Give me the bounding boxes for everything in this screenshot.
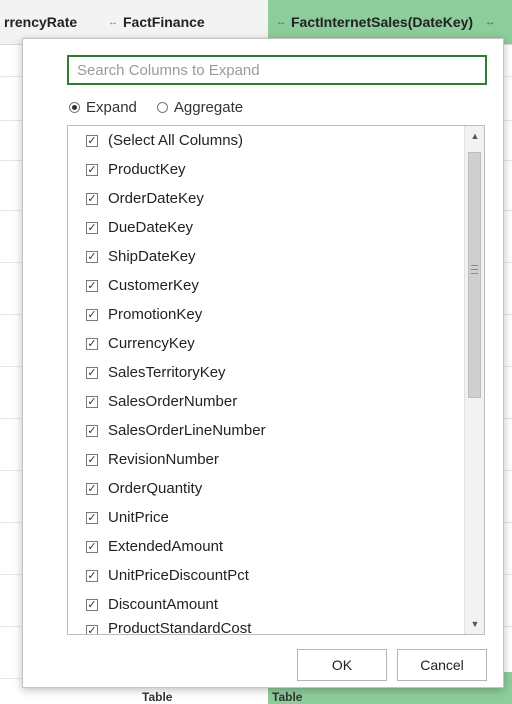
vertical-scrollbar[interactable]: ▲ ▼ bbox=[464, 126, 484, 634]
column-checkbox-row[interactable]: ✓ SalesOrderNumber bbox=[68, 387, 462, 416]
expand-arrows-icon[interactable]: ↔ bbox=[276, 17, 286, 28]
expand-arrows-icon[interactable]: ↔ bbox=[108, 17, 118, 28]
column-checkbox-label: PromotionKey bbox=[108, 306, 203, 323]
checkbox-checked-icon[interactable]: ✓ bbox=[86, 598, 98, 611]
column-checkbox-row[interactable]: ✓ CustomerKey bbox=[68, 271, 462, 300]
column-checkbox-label: (Select All Columns) bbox=[108, 132, 244, 149]
column-checkbox-row[interactable]: ✓ ExtendedAmount bbox=[68, 532, 462, 561]
checkbox-checked-icon[interactable]: ✓ bbox=[86, 569, 98, 582]
checkbox-checked-icon[interactable]: ✓ bbox=[86, 221, 98, 234]
checkbox-checked-icon[interactable]: ✓ bbox=[86, 163, 98, 176]
select-all-checkbox-row[interactable]: ✓ (Select All Columns) bbox=[68, 126, 462, 155]
column-checkbox-row[interactable]: ✓ ProductStandardCost bbox=[68, 619, 462, 635]
radio-selected-icon bbox=[69, 101, 80, 113]
column-checkbox-row[interactable]: ✓ UnitPriceDiscountPct bbox=[68, 561, 462, 590]
column-header-label: rrencyRate bbox=[4, 14, 78, 30]
mode-radio-group: Expand Aggregate bbox=[69, 95, 263, 119]
checkbox-checked-icon[interactable]: ✓ bbox=[86, 134, 98, 147]
aggregate-radio-label: Aggregate bbox=[173, 98, 244, 116]
column-checklist-items: ✓ (Select All Columns) ✓ ProductKey ✓ OrderDa… bbox=[68, 126, 462, 635]
column-header-label: FactFinance bbox=[123, 14, 205, 30]
column-checkbox-label: OrderDateKey bbox=[108, 190, 204, 207]
column-checkbox-label: OrderQuantity bbox=[108, 480, 203, 497]
column-checkbox-label: DiscountAmount bbox=[108, 596, 219, 613]
checkbox-checked-icon[interactable]: ✓ bbox=[86, 395, 98, 408]
column-checkbox-label: ExtendedAmount bbox=[108, 538, 224, 555]
column-checkbox-label: ShipDateKey bbox=[108, 248, 196, 265]
column-checkbox-label: CustomerKey bbox=[108, 277, 199, 294]
ok-button[interactable]: OK bbox=[297, 649, 387, 681]
column-checkbox-row[interactable]: ✓ ProductKey bbox=[68, 155, 462, 184]
cancel-button[interactable]: Cancel bbox=[397, 649, 487, 681]
column-checkbox-label: SalesOrderNumber bbox=[108, 393, 238, 410]
scrollbar-thumb[interactable] bbox=[468, 152, 481, 398]
checkbox-checked-icon[interactable]: ✓ bbox=[86, 192, 98, 205]
column-checkbox-row[interactable]: ✓ CurrencyKey bbox=[68, 329, 462, 358]
column-checkbox-row[interactable]: ✓ OrderQuantity bbox=[68, 474, 462, 503]
column-checkbox-row[interactable]: ✓ ShipDateKey bbox=[68, 242, 462, 271]
scroll-grip-icon bbox=[471, 265, 478, 274]
checkbox-checked-icon[interactable]: ✓ bbox=[86, 337, 98, 350]
expand-arrows-icon[interactable]: ↔ bbox=[485, 17, 495, 28]
expand-radio-label: Expand bbox=[86, 98, 137, 116]
grid-cell-table[interactable]: Table bbox=[272, 690, 302, 704]
checkbox-checked-icon[interactable]: ✓ bbox=[86, 308, 98, 321]
checkbox-checked-icon[interactable]: ✓ bbox=[86, 482, 98, 495]
checkbox-checked-icon[interactable]: ✓ bbox=[86, 250, 98, 263]
checkbox-checked-icon[interactable]: ✓ bbox=[86, 366, 98, 379]
checkbox-checked-icon[interactable]: ✓ bbox=[86, 453, 98, 466]
grid-cell-table[interactable]: Table bbox=[142, 690, 172, 704]
column-checkbox-row[interactable]: ✓ OrderDateKey bbox=[68, 184, 462, 213]
column-header-label: FactInternetSales(DateKey) bbox=[291, 14, 474, 30]
search-columns-input[interactable] bbox=[67, 55, 487, 85]
column-checkbox-row[interactable]: ✓ SalesOrderLineNumber bbox=[68, 416, 462, 445]
column-checkbox-label: CurrencyKey bbox=[108, 335, 195, 352]
column-checkbox-label: SalesOrderLineNumber bbox=[108, 422, 266, 439]
column-checkbox-label: UnitPrice bbox=[108, 509, 169, 526]
column-checkbox-row[interactable]: ✓ DiscountAmount bbox=[68, 590, 462, 619]
radio-unselected-icon bbox=[156, 101, 168, 113]
column-checkbox-label: SalesTerritoryKey bbox=[108, 364, 226, 381]
column-checklist[interactable]: ✓ (Select All Columns) ✓ ProductKey ✓ OrderDa… bbox=[67, 125, 485, 635]
column-checkbox-label: ProductStandardCost bbox=[108, 620, 252, 635]
scroll-down-arrow-icon[interactable]: ▼ bbox=[465, 614, 484, 634]
aggregate-radio[interactable]: Aggregate bbox=[156, 98, 244, 116]
column-checkbox-label: ProductKey bbox=[108, 161, 186, 178]
checkbox-checked-icon[interactable]: ✓ bbox=[86, 625, 98, 634]
expand-radio[interactable]: Expand bbox=[69, 99, 137, 116]
column-checkbox-row[interactable]: ✓ SalesTerritoryKey bbox=[68, 358, 462, 387]
checkbox-checked-icon[interactable]: ✓ bbox=[86, 279, 98, 292]
column-checkbox-row[interactable]: ✓ PromotionKey bbox=[68, 300, 462, 329]
column-checkbox-label: UnitPriceDiscountPct bbox=[108, 567, 249, 584]
checkbox-checked-icon[interactable]: ✓ bbox=[86, 424, 98, 437]
scroll-up-arrow-icon[interactable]: ▲ bbox=[465, 126, 484, 146]
checkbox-checked-icon[interactable]: ✓ bbox=[86, 540, 98, 553]
checkbox-checked-icon[interactable]: ✓ bbox=[86, 511, 98, 524]
column-checkbox-label: RevisionNumber bbox=[108, 451, 219, 468]
column-checkbox-row[interactable]: ✓ DueDateKey bbox=[68, 213, 462, 242]
expand-columns-dialog: Expand Aggregate ✓ (Select All Columns) ✓ P… bbox=[22, 38, 504, 688]
column-checkbox-row[interactable]: ✓ UnitPrice bbox=[68, 503, 462, 532]
column-checkbox-label: DueDateKey bbox=[108, 219, 194, 236]
column-checkbox-row[interactable]: ✓ RevisionNumber bbox=[68, 445, 462, 474]
